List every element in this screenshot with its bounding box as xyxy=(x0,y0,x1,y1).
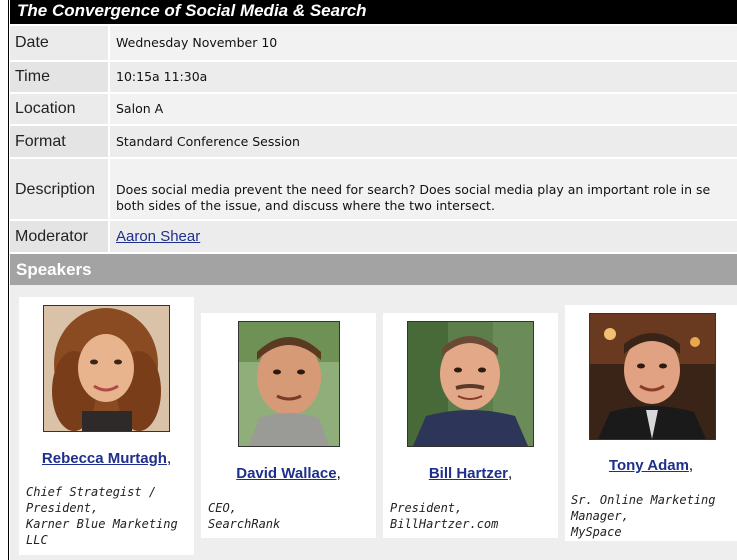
speaker-card: Tony Adam, Sr. Online Marketing Manager,… xyxy=(565,305,737,541)
description-line-2: both sides of the issue, and discuss whe… xyxy=(116,198,495,213)
speaker-photo xyxy=(43,305,170,432)
format-label: Format xyxy=(10,126,108,157)
speaker-name-line: Tony Adam, xyxy=(565,457,737,474)
speaker-name-line: Rebecca Murtagh, xyxy=(19,450,194,467)
time-row: Time 10:15a 11:30a xyxy=(10,62,737,92)
session-title: The Convergence of Social Media & Search xyxy=(10,0,737,24)
time-label: Time xyxy=(10,62,108,92)
description-value: Does social media prevent the need for s… xyxy=(110,159,737,219)
description-label: Description xyxy=(10,159,108,219)
speaker-card: Bill Hartzer, President, BillHartzer.com xyxy=(383,313,558,538)
moderator-label: Moderator xyxy=(10,221,108,252)
location-value: Salon A xyxy=(110,94,737,124)
name-separator: , xyxy=(166,450,172,467)
speaker-name-line: Bill Hartzer, xyxy=(383,465,558,482)
speaker-name-link[interactable]: David Wallace xyxy=(236,465,336,482)
date-value: Wednesday November 10 xyxy=(110,26,737,60)
speaker-name-link[interactable]: Rebecca Murtagh xyxy=(42,450,167,467)
speaker-role: CEO, SearchRank xyxy=(208,501,281,531)
moderator-link[interactable]: Aaron Shear xyxy=(116,228,200,245)
left-border xyxy=(8,0,9,560)
speakers-heading: Speakers xyxy=(10,254,737,285)
location-row: Location Salon A xyxy=(10,94,737,124)
description-line-1: Does social media prevent the need for s… xyxy=(116,182,711,197)
speaker-photo xyxy=(589,313,716,440)
time-value: 10:15a 11:30a xyxy=(110,62,737,92)
speaker-name-line: David Wallace, xyxy=(201,465,376,482)
name-separator: , xyxy=(688,457,694,474)
name-separator: , xyxy=(336,465,341,482)
speaker-photo xyxy=(238,321,340,447)
speaker-card: David Wallace, CEO, SearchRank xyxy=(201,313,376,538)
date-row: Date Wednesday November 10 xyxy=(10,26,737,60)
speaker-name-link[interactable]: Bill Hartzer xyxy=(429,465,508,482)
name-separator: , xyxy=(508,465,513,482)
format-value: Standard Conference Session xyxy=(110,126,737,157)
speaker-role: Sr. Online Marketing Manager, MySpace xyxy=(571,493,716,539)
speaker-role: President, BillHartzer.com xyxy=(390,501,499,531)
speaker-card: Rebecca Murtagh, Chief Strategist / Pres… xyxy=(19,297,194,555)
speaker-name-link[interactable]: Tony Adam xyxy=(609,457,689,474)
speaker-photo xyxy=(407,321,534,447)
moderator-value-cell: Aaron Shear xyxy=(110,221,737,252)
session-page: The Convergence of Social Media & Search… xyxy=(0,0,737,560)
location-label: Location xyxy=(10,94,108,124)
date-label: Date xyxy=(10,26,108,60)
description-row: Description Does social media prevent th… xyxy=(10,159,737,219)
speakers-area: Rebecca Murtagh, Chief Strategist / Pres… xyxy=(10,285,737,560)
speaker-role: Chief Strategist / President, Karner Blu… xyxy=(26,485,178,547)
format-row: Format Standard Conference Session xyxy=(10,126,737,157)
moderator-row: Moderator Aaron Shear xyxy=(10,221,737,252)
